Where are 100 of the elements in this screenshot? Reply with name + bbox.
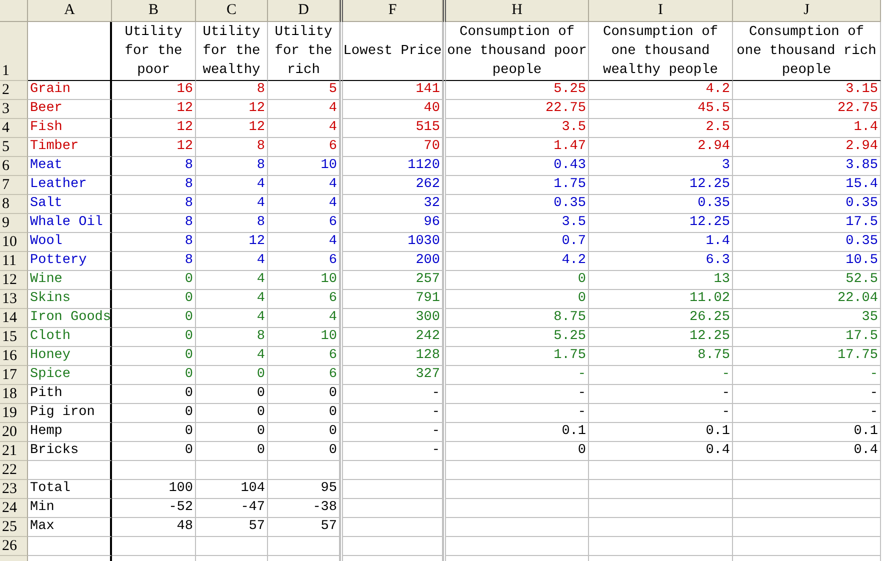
row-label: Wine	[28, 271, 112, 290]
row-header[interactable]: 13	[0, 290, 28, 309]
column-title: Consumption of one thousand poor people	[446, 22, 589, 81]
table-cell: 1.4	[589, 233, 733, 252]
table-cell: 0.4	[589, 442, 733, 461]
table-cell: 8	[196, 138, 268, 157]
row-label: Pig iron	[28, 404, 112, 423]
row-header[interactable]: 18	[0, 385, 28, 404]
table-cell: 4.2	[589, 81, 733, 100]
table-cell: 4	[196, 176, 268, 195]
table-cell: 48	[112, 518, 196, 537]
row-label: Fish	[28, 119, 112, 138]
column-title: Lowest Price	[343, 22, 443, 81]
table-cell: 0	[112, 385, 196, 404]
table-cell: 0	[268, 442, 340, 461]
table-cell: -	[343, 442, 443, 461]
column-header[interactable]: I	[589, 0, 733, 22]
table-cell: 3.15	[733, 81, 881, 100]
row-header[interactable]: 11	[0, 252, 28, 271]
row-header[interactable]: 9	[0, 214, 28, 233]
table-cell: 0	[112, 366, 196, 385]
column-title: Consumption of one thousand wealthy people	[589, 22, 733, 81]
row-header[interactable]: 4	[0, 119, 28, 138]
row-header[interactable]: 12	[0, 271, 28, 290]
row-header[interactable]: 20	[0, 423, 28, 442]
column-header[interactable]: D	[268, 0, 340, 22]
row-label: Bricks	[28, 442, 112, 461]
column-header[interactable]: F	[343, 0, 443, 22]
table-cell: 12.25	[589, 176, 733, 195]
row-header[interactable]: 2	[0, 81, 28, 100]
table-cell: -38	[268, 499, 340, 518]
row-header[interactable]: 14	[0, 309, 28, 328]
row-header[interactable]: 8	[0, 195, 28, 214]
table-cell: 4	[268, 195, 340, 214]
table-cell: -	[343, 423, 443, 442]
column-header[interactable]: B	[112, 0, 196, 22]
table-cell: 4	[196, 309, 268, 328]
row-header[interactable]: 10	[0, 233, 28, 252]
column-header[interactable]: J	[733, 0, 881, 22]
table-cell: 4	[196, 290, 268, 309]
table-cell: 1120	[343, 157, 443, 176]
table-cell: 0	[268, 423, 340, 442]
row-header[interactable]: 26	[0, 537, 28, 556]
table-cell: 0.1	[589, 423, 733, 442]
row-header[interactable]: 16	[0, 347, 28, 366]
column-title: Consumption of one thousand rich people	[733, 22, 881, 81]
table-cell: -	[589, 385, 733, 404]
table-cell: 0	[196, 366, 268, 385]
table-cell: 6	[268, 290, 340, 309]
row-header[interactable]: 22	[0, 461, 28, 480]
table-cell: 35	[733, 309, 881, 328]
row-header[interactable]: 19	[0, 404, 28, 423]
row-label: Hemp	[28, 423, 112, 442]
table-cell: 8	[112, 157, 196, 176]
table-cell: 3.5	[446, 119, 589, 138]
table-cell: 4	[196, 347, 268, 366]
column-header[interactable]: H	[446, 0, 589, 22]
row-label: Total	[28, 480, 112, 499]
row-header[interactable]: 24	[0, 499, 28, 518]
table-cell: 0.1	[446, 423, 589, 442]
row-header[interactable]: 7	[0, 176, 28, 195]
row-header[interactable]: 21	[0, 442, 28, 461]
empty-cell	[268, 461, 340, 480]
table-cell: 13	[589, 271, 733, 290]
table-cell: 4	[268, 233, 340, 252]
table-cell: 0	[112, 309, 196, 328]
table-cell: 1.47	[446, 138, 589, 157]
row-header[interactable]: 5	[0, 138, 28, 157]
table-cell: 141	[343, 81, 443, 100]
column-header[interactable]: C	[196, 0, 268, 22]
row-label: Beer	[28, 100, 112, 119]
row-header[interactable]: 23	[0, 480, 28, 499]
row-header[interactable]: 17	[0, 366, 28, 385]
row-header[interactable]: 1	[0, 22, 28, 81]
row-header[interactable]: 15	[0, 328, 28, 347]
table-cell: 8	[196, 157, 268, 176]
row-header[interactable]: 25	[0, 518, 28, 537]
table-cell: 10	[268, 157, 340, 176]
row-header[interactable]: 6	[0, 157, 28, 176]
table-cell: 0.35	[733, 233, 881, 252]
table-cell: -	[733, 404, 881, 423]
table-cell: 200	[343, 252, 443, 271]
table-cell: 12	[112, 100, 196, 119]
table-cell: 10	[268, 328, 340, 347]
table-cell: 16	[112, 81, 196, 100]
column-header[interactable]: A	[28, 0, 112, 22]
table-cell: 12	[112, 119, 196, 138]
row-label: Iron Goods	[28, 309, 112, 328]
table-cell: 8	[112, 252, 196, 271]
row-header[interactable]: 3	[0, 100, 28, 119]
table-cell: 104	[196, 480, 268, 499]
select-all-corner[interactable]	[0, 0, 28, 22]
table-cell: 2.5	[589, 119, 733, 138]
table-cell: 8	[112, 195, 196, 214]
row-label: Wool	[28, 233, 112, 252]
table-cell: 0.7	[446, 233, 589, 252]
table-cell: 57	[196, 518, 268, 537]
row-label: Meat	[28, 157, 112, 176]
table-cell: 1.4	[733, 119, 881, 138]
table-cell: 22.75	[446, 100, 589, 119]
